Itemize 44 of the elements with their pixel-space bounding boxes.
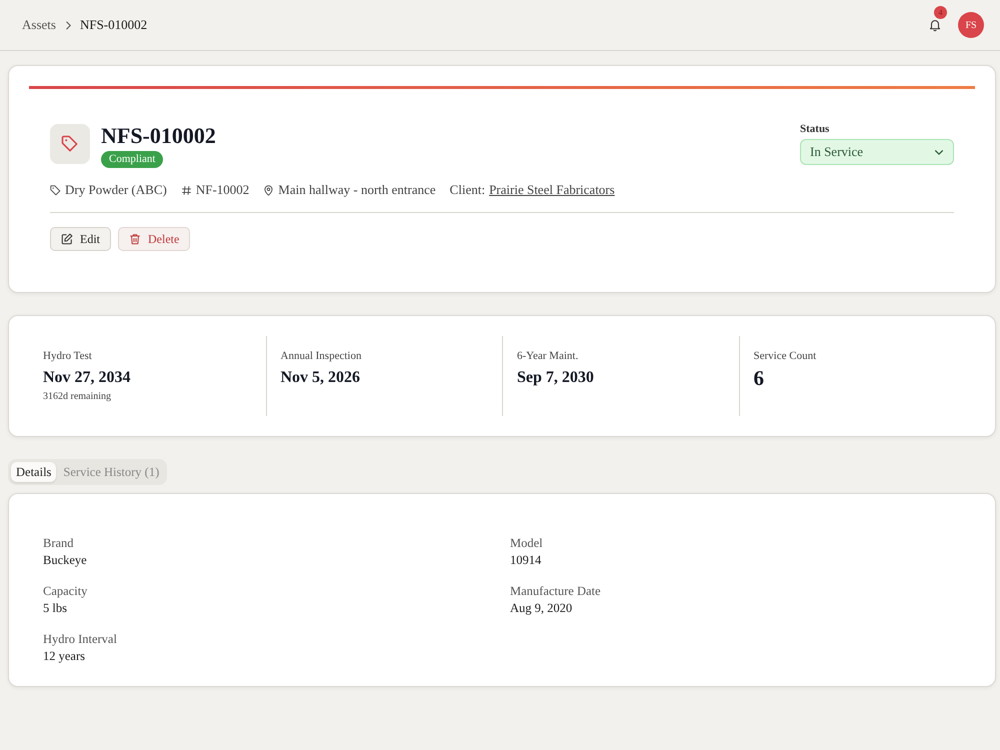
stat-value: Sep 7, 2030 [517, 368, 595, 388]
client-link[interactable]: Prairie Steel Fabricators [489, 182, 615, 198]
field-label: Capacity [43, 583, 88, 600]
serial-number: NF-10002 [196, 182, 250, 198]
hash-icon [180, 184, 192, 196]
agent-type: Dry Powder (ABC) [65, 182, 167, 198]
status-label: Status [800, 123, 830, 135]
field-label: Model [510, 535, 544, 552]
status-select[interactable]: In Service [800, 139, 954, 165]
field-value: 5 lbs [43, 600, 68, 617]
field-value: 12 years [43, 648, 86, 665]
field-value: 10914 [510, 552, 542, 569]
trash-icon [129, 233, 141, 245]
field-label: Hydro Interval [43, 631, 118, 648]
stat-label: Hydro Test [43, 349, 93, 363]
tab[interactable]: Details [11, 462, 56, 482]
stat-value: 6 [754, 366, 765, 390]
bell-icon[interactable] [928, 18, 942, 32]
delete-button[interactable]: Delete [118, 227, 190, 251]
field-label: Brand [43, 535, 75, 552]
compliance-badge: Compliant [101, 151, 164, 168]
stat-value: Nov 27, 2034 [43, 368, 132, 388]
client-label: Client: [450, 182, 486, 198]
chevron-down-icon [934, 148, 944, 156]
field-value: Aug 9, 2020 [510, 600, 574, 617]
asset-title: NFS-010002 [101, 124, 216, 148]
breadcrumb-link[interactable]: Assets [22, 17, 56, 33]
stat-label: Annual Inspection [280, 349, 362, 363]
field-label: Manufacture Date [510, 583, 602, 600]
edit-icon [61, 233, 73, 245]
tag-icon [50, 184, 61, 196]
stat-value: Nov 5, 2026 [280, 368, 362, 388]
edit-button[interactable]: Edit [50, 227, 111, 251]
tag-icon [50, 124, 90, 164]
field-value: Buckeye [43, 552, 88, 569]
location-text: Main hallway - north entrance [278, 182, 436, 198]
stat-label: Service Count [754, 349, 818, 363]
stat-note: 3162d remaining [43, 390, 112, 404]
breadcrumb-current: NFS-010002 [80, 17, 148, 33]
chevron-right-icon [64, 20, 71, 30]
notification-badge: 4 [934, 6, 947, 19]
user-avatar[interactable]: FS [958, 12, 984, 38]
location-pin-icon [263, 184, 274, 196]
stat-label: 6-Year Maint. [517, 349, 580, 363]
